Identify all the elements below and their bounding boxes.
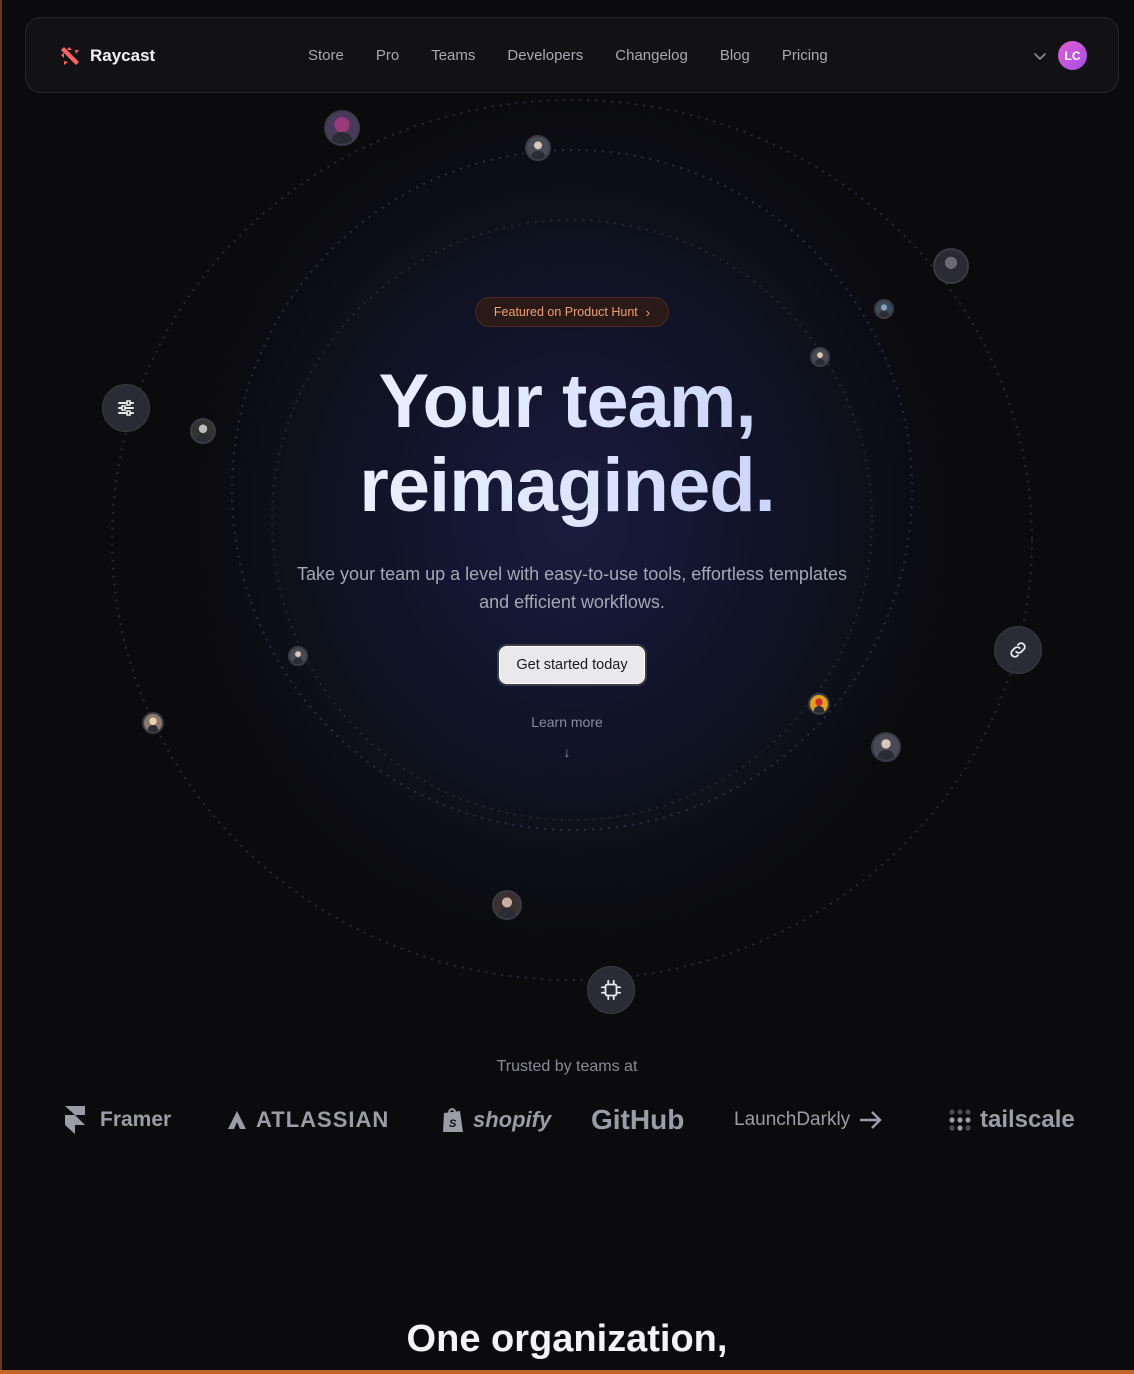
orbit-rings: [111, 99, 1033, 981]
atlassian-logo: ATLASSIAN: [226, 1100, 389, 1140]
nav-link-blog[interactable]: Blog: [720, 47, 750, 64]
learn-more-link[interactable]: Learn more: [0, 714, 1134, 730]
svg-text:S: S: [449, 1118, 457, 1130]
chevron-right-icon: ›: [645, 304, 651, 320]
nav-link-teams[interactable]: Teams: [431, 47, 475, 64]
nav-link-store[interactable]: Store: [308, 47, 344, 64]
top-nav: Raycast Store Pro Teams Developers Chang…: [25, 17, 1119, 93]
framer-icon: [65, 1106, 85, 1134]
avatar: [874, 299, 894, 319]
trusted-label: Trusted by teams at: [496, 1058, 638, 1075]
avatar: [525, 135, 551, 161]
section-title: One organization,: [406, 1318, 728, 1360]
nav-link-pricing[interactable]: Pricing: [782, 47, 828, 64]
chip-icon: [587, 966, 635, 1014]
hero-title: Your team, reimagined.: [0, 360, 1134, 528]
brand-name: Raycast: [90, 46, 156, 65]
nav-link-pro[interactable]: Pro: [376, 47, 399, 64]
avatar: [492, 890, 522, 920]
tailscale-icon: [949, 1109, 971, 1131]
nav-links: Store Pro Teams Developers Changelog Blo…: [308, 47, 828, 64]
link-icon: [994, 626, 1042, 674]
hero-title-line1: Your team,: [0, 360, 1134, 444]
avatar: [324, 110, 360, 146]
tailscale-logo-text: tailscale: [980, 1106, 1075, 1133]
user-avatar[interactable]: LC: [1058, 41, 1087, 70]
avatar: [808, 693, 830, 715]
avatar: [288, 646, 308, 666]
trusted-logos: Framer ATLASSIAN S shopify GitHub Launch…: [0, 1100, 1134, 1140]
shopify-bag-icon: S: [443, 1108, 463, 1132]
brand[interactable]: Raycast: [58, 44, 155, 68]
hero-subtitle: Take your team up a level with easy-to-u…: [297, 564, 847, 612]
page: Raycast Store Pro Teams Developers Chang…: [0, 0, 1134, 1374]
window-edge: [0, 1370, 1134, 1374]
framer-logo-text: Framer: [100, 1108, 172, 1131]
hero-title-line2: reimagined.: [0, 444, 1134, 528]
badge-label: Featured on Product Hunt: [493, 305, 638, 319]
get-started-button[interactable]: Get started today: [499, 646, 645, 684]
atlassian-icon: [228, 1111, 246, 1129]
launchdarkly-logo-text: LaunchDarkly: [734, 1109, 851, 1130]
arrow-right-icon: [860, 1111, 882, 1129]
github-logo-text: GitHub: [591, 1104, 685, 1135]
github-logo: GitHub: [591, 1100, 684, 1140]
raycast-logo-icon: [61, 47, 79, 65]
launchdarkly-logo: LaunchDarkly: [734, 1100, 884, 1140]
chevron-down-icon[interactable]: [1032, 48, 1048, 64]
nav-link-changelog[interactable]: Changelog: [615, 47, 688, 64]
shopify-logo-text: shopify: [473, 1107, 552, 1132]
nav-link-developers[interactable]: Developers: [507, 47, 583, 64]
shopify-logo: S shopify: [441, 1100, 551, 1140]
arrow-down-icon: ↓: [563, 744, 571, 760]
window-edge: [0, 0, 2, 1374]
avatar: [933, 248, 969, 284]
product-hunt-badge[interactable]: Featured on Product Hunt ›: [475, 297, 669, 327]
tailscale-logo: tailscale: [948, 1100, 1075, 1140]
framer-logo: Framer: [64, 1100, 171, 1140]
atlassian-logo-text: ATLASSIAN: [256, 1107, 390, 1132]
